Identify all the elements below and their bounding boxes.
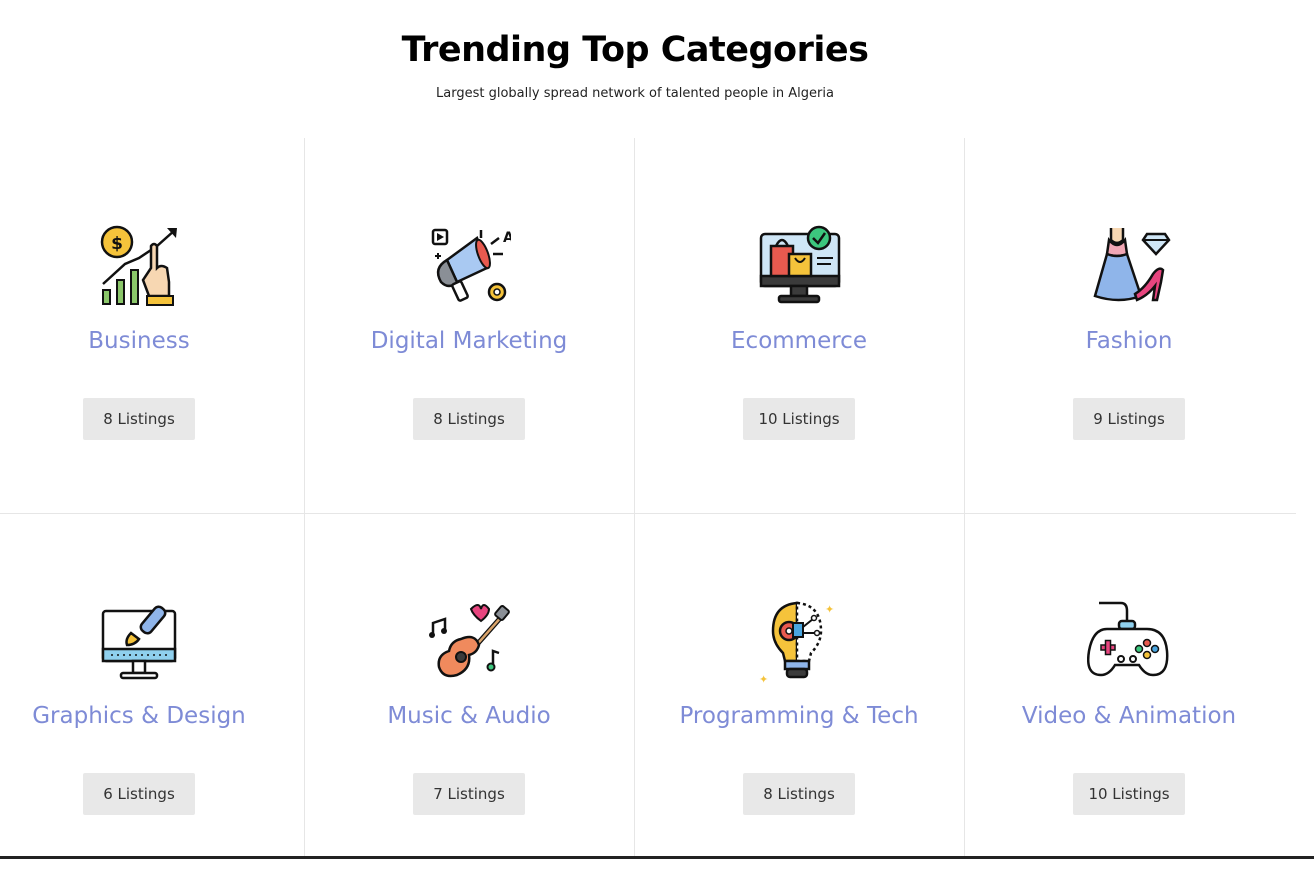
category-name[interactable]: Ecommerce xyxy=(634,328,964,354)
listings-count-badge[interactable]: 9 Listings xyxy=(1073,398,1185,440)
category-card-business[interactable]: $ Business 8 Listings xyxy=(0,138,304,513)
category-card-fashion[interactable]: Fashion 9 Listings xyxy=(964,138,1294,513)
category-name[interactable]: Graphics & Design xyxy=(0,703,304,729)
category-card-video-animation[interactable]: Video & Animation 10 Listings xyxy=(964,513,1294,888)
category-name[interactable]: Music & Audio xyxy=(304,703,634,729)
listings-count-badge[interactable]: 7 Listings xyxy=(413,773,525,815)
svg-text:$: $ xyxy=(111,234,123,254)
category-name[interactable]: Business xyxy=(0,328,304,354)
ecommerce-monitor-icon xyxy=(757,224,841,308)
category-card-graphics-design[interactable]: Graphics & Design 6 Listings xyxy=(0,513,304,888)
tech-bulb-icon: ✦ ✦ xyxy=(757,599,841,683)
listings-count-badge[interactable]: 10 Listings xyxy=(743,398,855,440)
category-name[interactable]: Fashion xyxy=(964,328,1294,354)
guitar-icon xyxy=(427,599,511,683)
category-card-programming-tech[interactable]: ✦ ✦ Programming & Tech 8 Listings xyxy=(634,513,964,888)
category-name[interactable]: Digital Marketing xyxy=(304,328,634,354)
category-card-music-audio[interactable]: Music & Audio 7 Listings xyxy=(304,513,634,888)
listings-count-badge[interactable]: 10 Listings xyxy=(1073,773,1185,815)
design-monitor-brush-icon xyxy=(97,599,181,683)
category-name[interactable]: Video & Animation xyxy=(964,703,1294,729)
page-title: Trending Top Categories xyxy=(401,30,869,70)
svg-text:✦: ✦ xyxy=(825,603,834,616)
listings-count-badge[interactable]: 8 Listings xyxy=(83,398,195,440)
category-name[interactable]: Programming & Tech xyxy=(634,703,964,729)
svg-text:✦: ✦ xyxy=(759,673,768,683)
gamepad-icon xyxy=(1087,599,1171,683)
category-grid: $ Business 8 Listings A Digital Marketin… xyxy=(0,138,1296,859)
svg-text:A: A xyxy=(503,230,511,246)
listings-count-badge[interactable]: 8 Listings xyxy=(413,398,525,440)
fashion-dress-icon xyxy=(1087,224,1171,308)
category-card-ecommerce[interactable]: Ecommerce 10 Listings xyxy=(634,138,964,513)
category-card-digital-marketing[interactable]: A Digital Marketing 8 Listings xyxy=(304,138,634,513)
business-growth-icon: $ xyxy=(97,224,181,308)
megaphone-icon: A xyxy=(427,224,511,308)
listings-count-badge[interactable]: 8 Listings xyxy=(743,773,855,815)
page-subtitle: Largest globally spread network of talen… xyxy=(436,86,834,101)
listings-count-badge[interactable]: 6 Listings xyxy=(83,773,195,815)
